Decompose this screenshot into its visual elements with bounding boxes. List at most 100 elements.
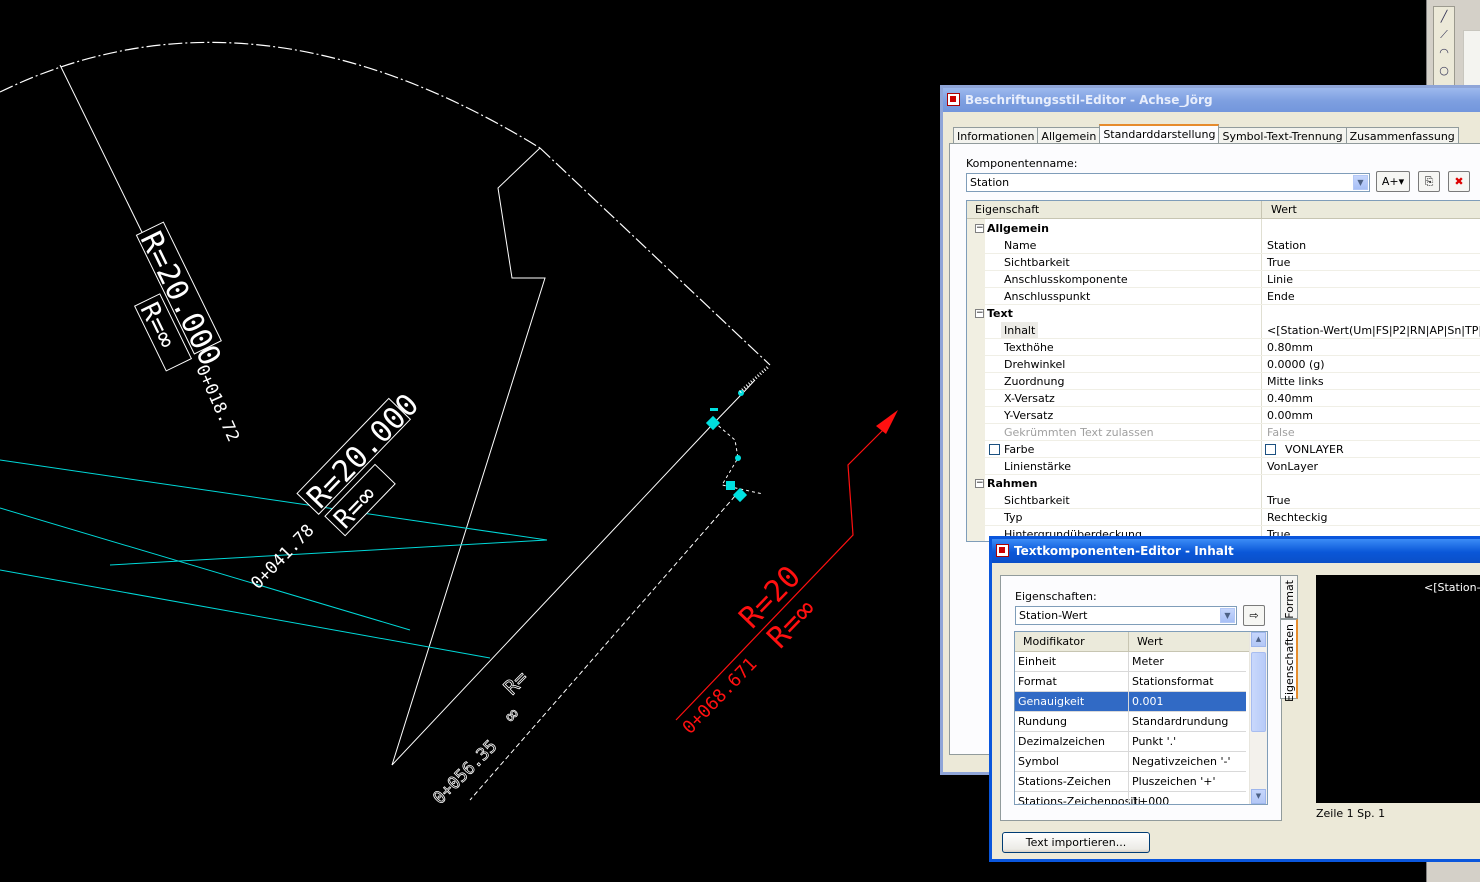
modifier-value[interactable]: 0.001 — [1132, 692, 1164, 712]
property-value[interactable]: Rechteckig — [1267, 509, 1327, 526]
modifier-value[interactable]: Punkt '.' — [1132, 732, 1176, 752]
chevron-down-icon[interactable]: ▼ — [1353, 175, 1368, 190]
modifier-value[interactable]: Negativzeichen '-' — [1132, 752, 1230, 772]
vtab-format-label: Format — [1283, 580, 1296, 619]
property-value[interactable]: VonLayer — [1267, 458, 1318, 475]
draw-toolstrip: ╱ ⟋ ◠ ○ — [1433, 6, 1455, 88]
text-preview-pane[interactable]: <[Station-W — [1316, 575, 1480, 803]
property-row[interactable]: Gekrümmten Text zulassen False — [967, 424, 1480, 441]
category-label: Allgemein — [987, 222, 1049, 235]
property-value[interactable]: Mitte links — [1267, 373, 1324, 390]
modifier-name: Format — [1018, 675, 1057, 688]
property-row[interactable]: Typ Rechteckig — [967, 509, 1480, 526]
chevron-down-icon[interactable]: ▼ — [1220, 608, 1235, 623]
property-category[interactable]: − Text — [967, 305, 1480, 322]
modifier-scrollbar[interactable]: ▲ ▼ — [1249, 632, 1267, 804]
property-value[interactable]: True — [1267, 492, 1290, 509]
modifier-row[interactable]: Stations-Zeichenpositi 1+000 — [1015, 792, 1246, 804]
polyline-tool-icon[interactable]: ⟋ — [1436, 27, 1452, 43]
vtab-format[interactable]: Format — [1280, 575, 1298, 619]
property-value[interactable]: 0.0000 (g) — [1267, 356, 1325, 373]
modifier-value[interactable]: Pluszeichen '+' — [1132, 772, 1216, 792]
property-row[interactable]: Linienstärke VonLayer — [967, 458, 1480, 475]
text-component-editor-window: Textkomponenten-Editor - Inhalt Eigensch… — [989, 536, 1480, 862]
modifier-row[interactable]: Einheit Meter — [1015, 652, 1246, 672]
add-component-button[interactable]: A+▾ — [1376, 171, 1410, 192]
property-name: Inhalt — [1001, 322, 1039, 339]
app-icon — [947, 93, 960, 106]
property-value[interactable]: Ende — [1267, 288, 1295, 305]
property-row[interactable]: Y-Versatz 0.00mm — [967, 407, 1480, 424]
modifier-name: Symbol — [1018, 755, 1059, 768]
vtab-eigenschaften[interactable]: Eigenschaften — [1280, 619, 1298, 702]
property-value[interactable]: Linie — [1267, 271, 1293, 288]
modifier-row[interactable]: Dezimalzeichen Punkt '.' — [1015, 732, 1246, 752]
modifier-value[interactable]: Stationsformat — [1132, 672, 1214, 692]
property-row[interactable]: Name Station — [967, 237, 1480, 254]
property-row[interactable]: Texthöhe 0.80mm — [967, 339, 1480, 356]
modifier-row[interactable]: Format Stationsformat — [1015, 672, 1246, 692]
property-row[interactable]: Drehwinkel 0.0000 (g) — [967, 356, 1480, 373]
komponentenname-select[interactable]: Station ▼ — [966, 173, 1370, 192]
property-value[interactable]: 0.80mm — [1267, 339, 1313, 356]
property-value[interactable]: VONLAYER — [1285, 441, 1344, 458]
delete-component-button[interactable]: ✖ — [1448, 171, 1470, 192]
collapse-icon[interactable]: − — [975, 224, 984, 233]
property-name: X-Versatz — [1004, 392, 1055, 405]
col-property-header: Eigenschaft — [975, 203, 1040, 216]
property-row[interactable]: Sichtbarkeit True — [967, 492, 1480, 509]
scroll-down-icon[interactable]: ▼ — [1251, 789, 1266, 804]
modifier-row[interactable]: Stations-Zeichen Pluszeichen '+' — [1015, 772, 1246, 792]
eigenschaften-select[interactable]: Station-Wert ▼ — [1015, 606, 1237, 625]
property-row[interactable]: Sichtbarkeit True — [967, 254, 1480, 271]
property-row[interactable]: Anschlusskomponente Linie — [967, 271, 1480, 288]
eigenschaften-label: Eigenschaften: — [1015, 590, 1097, 603]
property-value[interactable]: 0.00mm — [1267, 407, 1313, 424]
property-value[interactable]: 0.40mm — [1267, 390, 1313, 407]
col-modifier-header: Modifikator — [1023, 635, 1085, 648]
property-row[interactable]: Anschlusspunkt Ende — [967, 288, 1480, 305]
modifier-row[interactable]: Genauigkeit 0.001 — [1015, 692, 1246, 712]
circle-tool-icon[interactable]: ○ — [1436, 63, 1452, 79]
property-category[interactable]: − Rahmen — [967, 475, 1480, 492]
property-name: Gekrümmten Text zulassen — [1004, 426, 1154, 439]
property-value[interactable]: True — [1267, 254, 1290, 271]
editor-tabs: Informationen Allgemein Standarddarstellun… — [953, 123, 1459, 147]
property-row[interactable]: Farbe VONLAYER — [967, 441, 1480, 458]
modifier-value[interactable]: 1+000 — [1132, 792, 1169, 804]
modifier-value[interactable]: Standardrundung — [1132, 712, 1228, 732]
property-name: Sichtbarkeit — [1004, 494, 1070, 507]
farbe-checkbox[interactable] — [989, 444, 1000, 455]
text-component-editor-titlebar[interactable]: Textkomponenten-Editor - Inhalt — [992, 539, 1480, 563]
property-value[interactable]: Station — [1267, 237, 1306, 254]
modifier-value[interactable]: Meter — [1132, 652, 1164, 672]
eigenschaften-value: Station-Wert — [1019, 609, 1088, 622]
modifier-row[interactable]: Rundung Standardrundung — [1015, 712, 1246, 732]
cursor-status: Zeile 1 Sp. 1 — [1316, 807, 1386, 820]
property-name: Sichtbarkeit — [1004, 256, 1070, 269]
category-label: Rahmen — [987, 477, 1038, 490]
komponentenname-value: Station — [970, 176, 1010, 189]
insert-property-button[interactable]: ⇨ — [1243, 605, 1265, 626]
property-category[interactable]: − Allgemein — [967, 220, 1480, 237]
property-name: Zuordnung — [1004, 375, 1065, 388]
property-row[interactable]: X-Versatz 0.40mm — [967, 390, 1480, 407]
arc-tool-icon[interactable]: ◠ — [1436, 45, 1452, 61]
modifier-name: Rundung — [1018, 715, 1068, 728]
copy-component-button[interactable]: ⎘ — [1418, 171, 1440, 192]
collapse-icon[interactable]: − — [975, 479, 984, 488]
import-text-button[interactable]: Text importieren... — [1002, 832, 1150, 853]
line-tool-icon[interactable]: ╱ — [1436, 9, 1452, 25]
toolbar-scrollbar[interactable] — [1463, 30, 1480, 92]
property-row[interactable]: Inhalt <[Station-Wert(Um|FS|P2|RN|AP|Sn|T… — [967, 322, 1480, 339]
property-name: Drehwinkel — [1004, 358, 1066, 371]
property-value[interactable]: False — [1267, 424, 1295, 441]
property-value[interactable]: <[Station-Wert(Um|FS|P2|RN|AP|Sn|TP|B3 — [1267, 322, 1480, 339]
scroll-thumb[interactable] — [1251, 652, 1266, 732]
property-grid-header: Eigenschaft Wert — [967, 201, 1480, 219]
scroll-up-icon[interactable]: ▲ — [1251, 632, 1266, 647]
modifier-row[interactable]: Symbol Negativzeichen '-' — [1015, 752, 1246, 772]
label-style-editor-titlebar[interactable]: Beschriftungsstil-Editor - Achse_Jörg — [943, 88, 1480, 112]
property-row[interactable]: Zuordnung Mitte links — [967, 373, 1480, 390]
collapse-icon[interactable]: − — [975, 309, 984, 318]
